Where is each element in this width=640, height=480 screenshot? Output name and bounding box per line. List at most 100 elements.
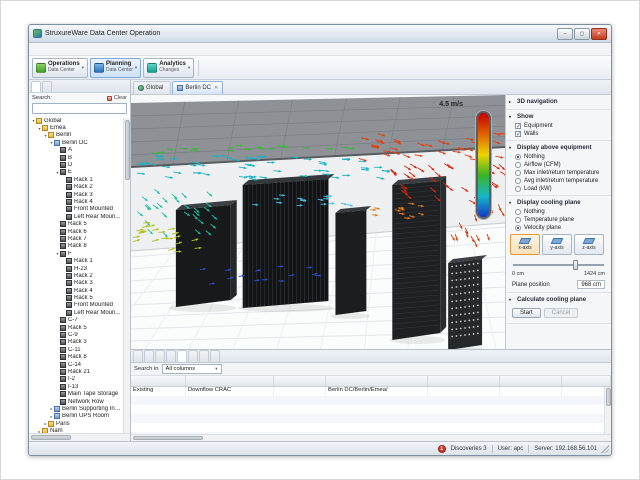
- column-header[interactable]: [274, 376, 326, 386]
- column-header[interactable]: [131, 376, 186, 386]
- tree-item[interactable]: Rack 5: [29, 324, 122, 331]
- tree-item[interactable]: Rack 1: [29, 176, 122, 183]
- plane-position-slider[interactable]: [513, 260, 604, 270]
- radio-row[interactable]: Temperature plane: [506, 216, 611, 224]
- radio-row[interactable]: Avg inlet/return temperature: [506, 177, 611, 185]
- radio-row[interactable]: Airflow (CFM): [506, 161, 611, 169]
- plane-slider-thumb[interactable]: [573, 260, 578, 270]
- tree-item[interactable]: I-2: [29, 376, 122, 383]
- bottom-tab[interactable]: [166, 350, 176, 362]
- panel-tab[interactable]: [31, 81, 41, 92]
- panel-tab[interactable]: [42, 81, 52, 92]
- tree-item[interactable]: Rack 3: [29, 280, 122, 287]
- bottom-tab[interactable]: [199, 350, 209, 362]
- bottom-tab[interactable]: [155, 350, 165, 362]
- tree-item[interactable]: ▾ Berlin DC: [29, 139, 122, 146]
- resize-grip[interactable]: [601, 445, 609, 453]
- tree-item[interactable]: ▸ Berlin Supporting Infrastru...: [29, 405, 122, 412]
- layers-icon[interactable]: [293, 60, 307, 75]
- tree-item[interactable]: Main Tape Storage: [29, 390, 122, 397]
- bottom-tab[interactable]: [188, 350, 198, 362]
- pan-tool-icon[interactable]: [218, 60, 232, 75]
- checkbox-row[interactable]: Walls: [506, 130, 611, 138]
- tree-item[interactable]: Rack 1: [29, 257, 122, 264]
- maximize-button[interactable]: ▢: [574, 28, 590, 40]
- tree-item[interactable]: Front Mounted: [29, 302, 122, 309]
- column-header[interactable]: [428, 376, 500, 386]
- tree-item[interactable]: Rack 8: [29, 243, 122, 250]
- tree-item[interactable]: Rack 5: [29, 294, 122, 301]
- radio-button[interactable]: [515, 170, 521, 176]
- radio-row[interactable]: Velocity plane: [506, 224, 611, 232]
- bottom-tab[interactable]: [210, 350, 220, 362]
- x-axis-button[interactable]: x-axis: [510, 234, 540, 255]
- close-button[interactable]: ✕: [591, 28, 607, 40]
- z-axis-button[interactable]: z-axis: [574, 234, 604, 255]
- table-row[interactable]: Existing Downflow CRAC Berlin DC/Berlin/…: [131, 387, 611, 396]
- section-3d-navigation[interactable]: ▸ 3D navigation: [506, 95, 611, 107]
- checkbox[interactable]: [515, 131, 521, 137]
- tree-item[interactable]: Left Rear Moun...: [29, 213, 122, 220]
- horizontal-scrollbar[interactable]: [131, 434, 611, 441]
- radio-button[interactable]: [515, 154, 521, 160]
- section-display-above-equipment[interactable]: ▾ Display above equipment: [506, 141, 611, 153]
- horizontal-scrollbar[interactable]: [29, 433, 130, 441]
- tree-item[interactable]: Rack 3: [29, 191, 122, 198]
- y-axis-button[interactable]: y-axis: [542, 234, 572, 255]
- radio-button[interactable]: [515, 225, 521, 231]
- bottom-tab[interactable]: [133, 350, 143, 362]
- checkbox[interactable]: [515, 123, 521, 129]
- perspective-planning-button[interactable]: PlanningData Center ▾: [90, 58, 141, 78]
- start-button[interactable]: Start: [512, 308, 541, 318]
- tree-item[interactable]: ▸ Paris: [29, 420, 122, 427]
- radio-button[interactable]: [515, 178, 521, 184]
- section-display-cooling-plane[interactable]: ▾ Display cooling plane: [506, 196, 611, 208]
- title-bar[interactable]: StruxureWare Data Center Operation – ▢ ✕: [29, 25, 611, 43]
- tree-item[interactable]: B: [29, 154, 122, 161]
- minimize-button[interactable]: –: [557, 28, 573, 40]
- tree-item[interactable]: Rack 4: [29, 287, 122, 294]
- radio-button[interactable]: [515, 186, 521, 192]
- tree-item[interactable]: ▾ Berlin: [29, 132, 122, 139]
- radio-button[interactable]: [515, 209, 521, 215]
- bottom-tab[interactable]: [144, 350, 154, 362]
- editor-tab[interactable]: Berlin DC ✕: [172, 81, 223, 94]
- tree-item[interactable]: Rack 3: [29, 339, 122, 346]
- tree-item[interactable]: Front Mounted: [29, 206, 122, 213]
- column-header[interactable]: [500, 376, 562, 386]
- tree-item[interactable]: C-9: [29, 331, 122, 338]
- close-tab-icon[interactable]: ✕: [214, 85, 218, 91]
- radio-row[interactable]: Nothing: [506, 208, 611, 216]
- tree-item[interactable]: Rack 7: [29, 235, 122, 242]
- section-show[interactable]: ▾ Show: [506, 110, 611, 122]
- tree-item[interactable]: D: [29, 161, 122, 168]
- tree-item[interactable]: C-11: [29, 346, 122, 353]
- tree-item[interactable]: ▾ Emea: [29, 124, 122, 131]
- search-scope-select[interactable]: All columns ▾: [162, 364, 222, 374]
- tree-item[interactable]: H-23: [29, 265, 122, 272]
- tree-item[interactable]: I-13: [29, 383, 122, 390]
- radio-row[interactable]: Load (kW): [506, 185, 611, 193]
- radio-button[interactable]: [515, 162, 521, 168]
- tree-item[interactable]: ▾ F: [29, 250, 122, 257]
- tree-item[interactable]: Rack 2: [29, 272, 122, 279]
- tree-item[interactable]: A: [29, 147, 122, 154]
- vertical-scrollbar[interactable]: [604, 387, 611, 434]
- clear-search-button[interactable]: Clear: [107, 95, 127, 101]
- tree-item[interactable]: Network Row: [29, 398, 122, 405]
- tree-item[interactable]: C-14: [29, 361, 122, 368]
- select-tool-icon[interactable]: [203, 60, 217, 75]
- radio-button[interactable]: [515, 217, 521, 223]
- radio-row[interactable]: Nothing: [506, 153, 611, 161]
- tree-item[interactable]: ▸ Berlin UPS Room: [29, 413, 122, 420]
- tree-item[interactable]: Left Rear Moun...: [29, 309, 122, 316]
- zoom-out-icon[interactable]: [248, 60, 262, 75]
- 3d-view[interactable]: 4.5 m/s: [131, 95, 505, 349]
- vertical-scrollbar[interactable]: [123, 118, 130, 433]
- rotate-view-icon[interactable]: [278, 60, 292, 75]
- fit-view-icon[interactable]: [263, 60, 277, 75]
- column-header[interactable]: [186, 376, 274, 386]
- section-calculate-cooling-plane[interactable]: ▾ Calculate cooling plane: [506, 293, 611, 305]
- checkbox-row[interactable]: Equipment: [506, 122, 611, 130]
- tree-item[interactable]: Rack 6: [29, 228, 122, 235]
